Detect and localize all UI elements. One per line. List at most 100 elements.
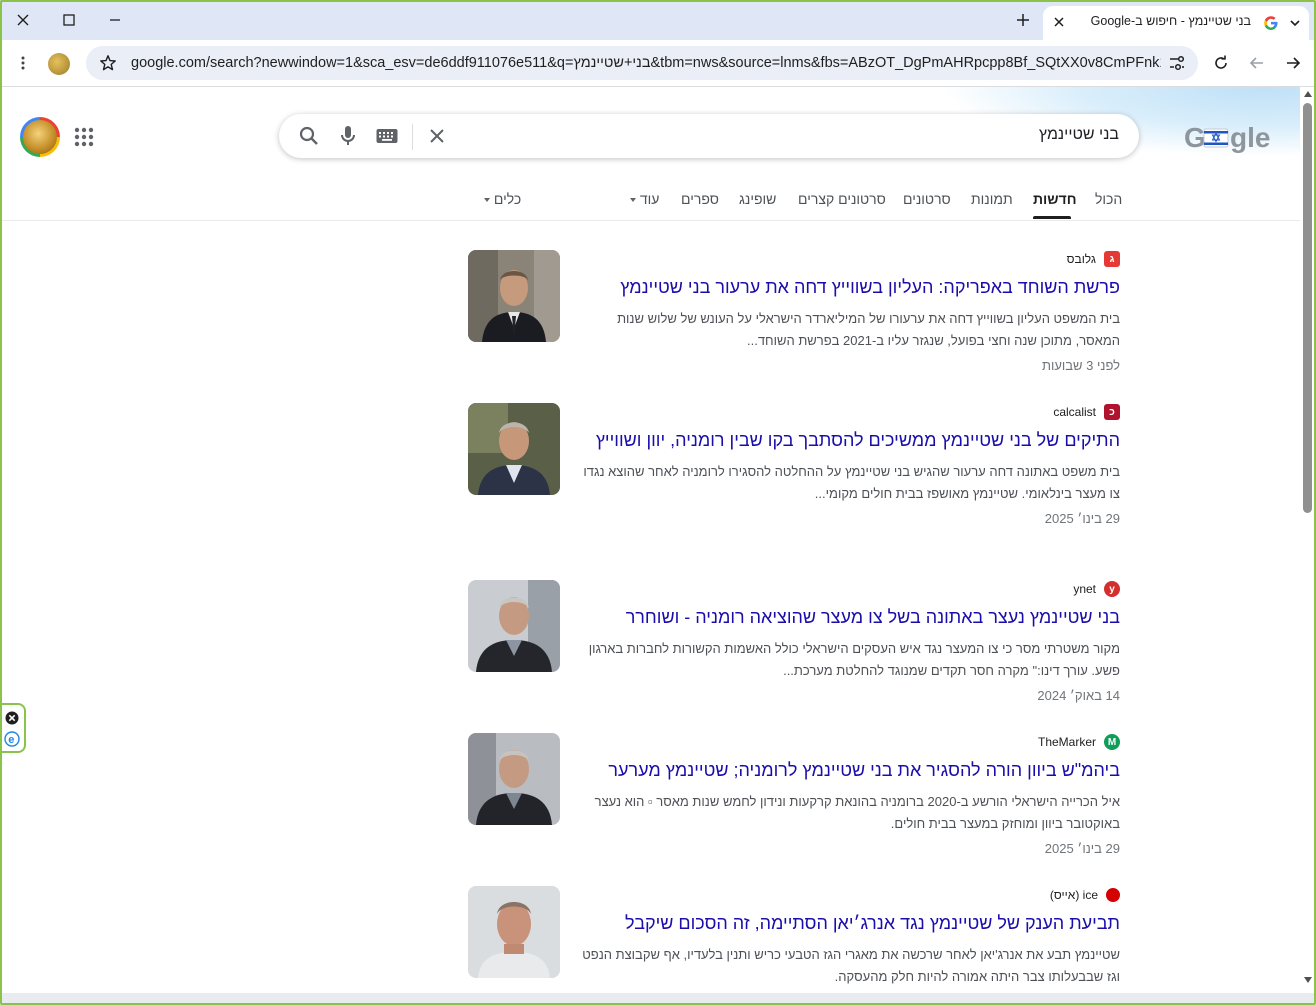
tab-title: בני שטיינמץ - חיפוש ב-Google [1090, 14, 1251, 28]
result-thumbnail[interactable] [468, 403, 560, 495]
voice-search-button[interactable] [336, 124, 360, 148]
result-source[interactable]: ג גלובס [575, 250, 1120, 268]
result-snippet: בית משפט באתונה דחה ערעור שהגיש בני שטיי… [583, 464, 1120, 501]
close-icon [1054, 17, 1064, 27]
search-divider [412, 124, 413, 150]
google-doodle-logo[interactable]: G gle [1182, 121, 1282, 153]
tab-news[interactable]: חדשות [1033, 191, 1077, 207]
source-name: calcalist [1053, 405, 1096, 419]
publisher-favicon-icon: M [1104, 734, 1120, 750]
result-source[interactable]: ice (אייס) [575, 886, 1120, 904]
close-icon [430, 129, 444, 143]
plus-icon [1017, 14, 1029, 26]
tab-google-search[interactable]: בני שטיינמץ - חיפוש ב-Google [1043, 6, 1309, 40]
scroll-down-arrow-icon[interactable] [1304, 977, 1312, 983]
site-settings-icon[interactable] [1168, 55, 1186, 71]
svg-text:e: e [8, 734, 14, 746]
tools-button[interactable]: כלים [478, 191, 521, 207]
result-date: 29 בינו׳ 2025 [1044, 511, 1120, 526]
tab-more[interactable]: עוד [624, 191, 659, 207]
result-source[interactable]: y ynet [575, 580, 1120, 598]
tab-close-button[interactable] [1051, 14, 1067, 30]
source-name: גלובס [1066, 252, 1096, 266]
result-text: ice (אייס) תביעת הענק של שטיינמץ נגד אנר… [575, 886, 1120, 988]
result-snippet: שטיינמץ תבע את אנרג'יאן לאחר שרכשה את מא… [582, 947, 1120, 984]
source-name: ynet [1073, 582, 1096, 596]
publisher-favicon-icon: ג [1104, 251, 1120, 267]
tab-books[interactable]: ספרים [681, 191, 719, 207]
reload-button[interactable] [1206, 48, 1236, 78]
keyboard-icon [376, 129, 398, 143]
scroll-up-arrow-icon[interactable] [1304, 91, 1312, 97]
source-name: TheMarker [1037, 735, 1096, 749]
tab-search-chevron-icon[interactable] [1287, 15, 1303, 31]
minimize-window-button[interactable] [92, 4, 138, 36]
svg-text:G: G [1184, 122, 1206, 153]
tab-more-label: עוד [639, 191, 660, 207]
extension-sidebar-widget[interactable]: e [0, 703, 26, 753]
account-avatar[interactable] [20, 117, 60, 157]
publisher-favicon-icon: כ [1104, 404, 1120, 420]
svg-text:gle: gle [1230, 122, 1270, 153]
active-tab-indicator [1033, 216, 1071, 219]
result-date: 29 בינו׳ 2025 [1044, 841, 1120, 856]
scrollbar-thumb[interactable] [1303, 103, 1312, 513]
apps-grid-icon[interactable] [72, 125, 96, 149]
profile-avatar-icon[interactable] [48, 53, 70, 75]
url-text[interactable]: google.com/search?newwindow=1&sca_esv=de… [131, 55, 1161, 71]
result-text: כ calcalist התיקים של בני שטיינמץ ממשיכי… [575, 403, 1120, 526]
result-thumbnail[interactable] [468, 580, 560, 672]
google-results-page: G gle בני שטיינמץ הכול חדשות תמונות סרטו… [0, 87, 1300, 993]
tools-label: כלים [493, 191, 522, 207]
publisher-favicon-icon [1106, 888, 1120, 902]
tab-videos[interactable]: סרטונים [903, 191, 951, 207]
keyboard-button[interactable] [375, 124, 399, 148]
result-thumbnail[interactable] [468, 733, 560, 825]
search-query[interactable]: בני שטיינמץ [1039, 126, 1119, 144]
forward-button[interactable] [1278, 48, 1308, 78]
vertical-scrollbar[interactable] [1300, 87, 1316, 993]
search-icon [299, 126, 318, 145]
close-window-button[interactable] [0, 4, 46, 36]
tab-shopping[interactable]: שופינג [739, 191, 776, 207]
close-circle-icon[interactable] [5, 711, 19, 725]
result-date: לפני 3 שבועות [1041, 358, 1120, 373]
tabs-divider [0, 220, 1300, 221]
result-text: M TheMarker ביהמ"ש ביוון הורה להסגיר את … [575, 733, 1120, 856]
microphone-icon [341, 126, 355, 145]
result-title[interactable]: תביעת הענק של שטיינמץ נגד אנרג׳יאן הסתיי… [575, 911, 1120, 935]
result-title[interactable]: בני שטיינמץ נעצר באתונה בשל צו מעצר שהוצ… [575, 605, 1120, 629]
publisher-favicon-icon: y [1104, 581, 1120, 597]
reload-icon [1215, 55, 1227, 69]
chevron-down-icon [630, 198, 636, 203]
tab-all[interactable]: הכול [1095, 191, 1122, 207]
result-thumbnail[interactable] [468, 886, 560, 978]
back-button[interactable] [1242, 48, 1272, 78]
search-button[interactable] [297, 124, 321, 148]
address-bar[interactable]: google.com/search?newwindow=1&sca_esv=de… [86, 46, 1198, 80]
result-title[interactable]: ביהמ"ש ביוון הורה להסגיר את בני שטיינמץ … [575, 758, 1120, 782]
result-source[interactable]: כ calcalist [575, 403, 1120, 421]
maximize-window-button[interactable] [46, 4, 92, 36]
os-taskbar [0, 993, 1316, 1005]
tab-short-videos[interactable]: סרטונים קצרים [798, 191, 886, 207]
result-title[interactable]: התיקים של בני שטיינמץ ממשיכים להסתבך בקו… [575, 428, 1120, 452]
menu-button[interactable] [8, 48, 38, 78]
source-name: ice (אייס) [1049, 888, 1098, 902]
result-snippet: מקור משטרתי מסר כי צו המעצר נגד איש העסק… [588, 641, 1120, 678]
clear-search-button[interactable] [425, 124, 449, 148]
result-snippet: איל הכרייה הישראלי הורשע ב-2020 ברומניה … [594, 794, 1120, 831]
result-text: ג גלובס פרשת השוחד באפריקה: העליון בשווי… [575, 250, 1120, 373]
minimize-icon [110, 19, 120, 21]
new-tab-button[interactable] [1011, 8, 1035, 32]
star-icon[interactable] [99, 54, 117, 72]
maximize-icon [63, 14, 75, 26]
tab-images[interactable]: תמונות [971, 191, 1013, 207]
result-source[interactable]: M TheMarker [575, 733, 1120, 751]
result-thumbnail[interactable] [468, 250, 560, 342]
extension-e-icon[interactable]: e [4, 731, 20, 747]
search-box[interactable]: בני שטיינמץ [279, 114, 1139, 158]
result-snippet: בית המשפט העליון בשווייץ דחה את ערעורו ש… [617, 311, 1120, 348]
result-title[interactable]: פרשת השוחד באפריקה: העליון בשווייץ דחה א… [575, 275, 1120, 299]
result-date: 14 באוק׳ 2024 [1037, 688, 1120, 703]
